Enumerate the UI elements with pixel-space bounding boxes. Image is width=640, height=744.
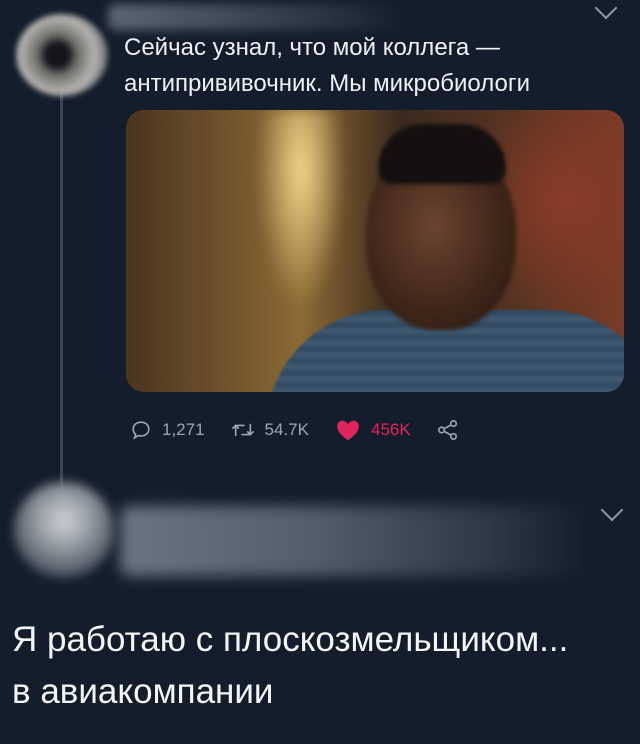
screenshot: Сейчас узнал, что мой коллега — антиприв… — [0, 0, 640, 744]
reply-text: Я работаю с плоскозмельщиком... в авиако… — [12, 620, 569, 711]
avatar[interactable] — [14, 482, 114, 578]
heart-icon — [337, 420, 359, 441]
retweet-icon — [231, 423, 254, 437]
reply-button[interactable]: 1,271 — [130, 419, 205, 441]
tweet-text: Сейчас узнал, что мой коллега — антиприв… — [124, 34, 530, 97]
tweet-media[interactable] — [126, 110, 624, 392]
retweet-count: 54.7K — [264, 420, 309, 439]
like-button[interactable]: 456K — [335, 418, 411, 442]
avatar[interactable] — [16, 14, 108, 96]
retweet-button[interactable]: 54.7K — [231, 419, 309, 441]
like-count: 456K — [370, 420, 411, 439]
share-icon — [437, 420, 457, 440]
author-name-blurred — [120, 506, 590, 576]
tweet-actions: 1,271 54.7K 456K — [130, 414, 495, 446]
chevron-down-icon[interactable] — [594, 0, 618, 20]
reply-count: 1,271 — [162, 420, 205, 439]
chevron-down-icon[interactable] — [600, 498, 624, 522]
comment-icon — [132, 421, 150, 440]
share-button[interactable] — [437, 419, 469, 441]
author-name-blurred — [108, 4, 408, 30]
thread-connector — [60, 92, 63, 492]
